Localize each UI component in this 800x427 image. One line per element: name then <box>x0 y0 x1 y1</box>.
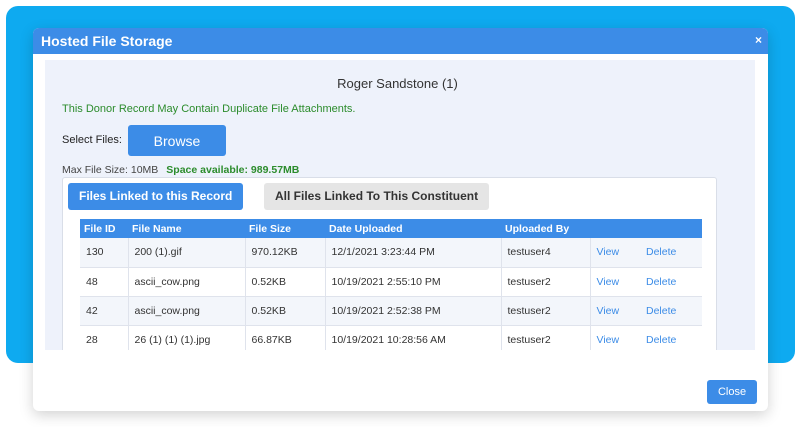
table-row: 28 26 (1) (1) (1).jpg 66.87KB 10/19/2021… <box>80 325 702 350</box>
max-file-size: Max File Size: 10MB <box>62 164 159 176</box>
delete-link[interactable]: Delete <box>640 296 702 326</box>
file-id-cell: 48 <box>80 267 129 297</box>
modal-title: Hosted File Storage <box>41 33 173 49</box>
table-row: 130 200 (1).gif 970.12KB 12/1/2021 3:23:… <box>80 238 702 268</box>
file-size-cell: 0.52KB <box>245 267 326 297</box>
uploaded-by-cell: testuser4 <box>501 238 591 268</box>
delete-link[interactable]: Delete <box>640 325 702 350</box>
tab-all-files-constituent[interactable]: All Files Linked To This Constituent <box>264 183 490 210</box>
header-date-uploaded: Date Uploaded <box>325 219 501 238</box>
space-available: Space available: 989.57MB <box>166 164 300 176</box>
date-uploaded-cell: 10/19/2021 2:55:10 PM <box>325 267 502 297</box>
header-file-name: File Name <box>128 219 245 238</box>
table-row: 42 ascii_cow.png 0.52KB 10/19/2021 2:52:… <box>80 296 702 326</box>
date-uploaded-cell: 12/1/2021 3:23:44 PM <box>325 238 502 268</box>
files-table: File ID File Name File Size Date Uploade… <box>80 219 702 350</box>
hosted-file-storage-modal: Hosted File Storage × Roger Sandstone (1… <box>33 28 768 411</box>
header-delete <box>640 219 702 238</box>
delete-link[interactable]: Delete <box>640 238 702 268</box>
uploaded-by-cell: testuser2 <box>501 267 591 297</box>
file-name-cell: 200 (1).gif <box>128 238 246 268</box>
file-id-cell: 130 <box>80 238 129 268</box>
view-link[interactable]: View <box>590 325 640 350</box>
header-file-size: File Size <box>245 219 325 238</box>
file-name-cell: ascii_cow.png <box>128 267 246 297</box>
modal-header: Hosted File Storage × <box>33 28 768 54</box>
file-size-cell: 970.12KB <box>245 238 326 268</box>
file-name-cell: 26 (1) (1) (1).jpg <box>128 325 246 350</box>
record-name: Roger Sandstone (1) <box>337 76 458 91</box>
view-link[interactable]: View <box>590 267 640 297</box>
header-file-id: File ID <box>80 219 128 238</box>
file-size-info: Max File Size: 10MB Space available: 989.… <box>62 164 299 176</box>
view-link[interactable]: View <box>590 296 640 326</box>
tab-files-linked-record[interactable]: Files Linked to this Record <box>68 183 244 210</box>
table-header-row: File ID File Name File Size Date Uploade… <box>80 219 702 238</box>
table-row: 48 ascii_cow.png 0.52KB 10/19/2021 2:55:… <box>80 267 702 297</box>
view-link[interactable]: View <box>590 238 640 268</box>
delete-link[interactable]: Delete <box>640 267 702 297</box>
close-icon[interactable]: × <box>755 33 762 47</box>
duplicate-warning: This Donor Record May Contain Duplicate … <box>62 103 356 115</box>
select-files-label: Select Files: <box>62 134 122 146</box>
browse-button[interactable]: Browse <box>128 125 226 156</box>
files-panel: Files Linked to this Record All Files Li… <box>62 177 717 350</box>
date-uploaded-cell: 10/19/2021 10:28:56 AM <box>325 325 502 350</box>
uploaded-by-cell: testuser2 <box>501 296 591 326</box>
file-size-cell: 66.87KB <box>245 325 326 350</box>
close-button[interactable]: Close <box>707 380 757 404</box>
file-id-cell: 28 <box>80 325 129 350</box>
header-uploaded-by: Uploaded By <box>501 219 590 238</box>
header-view <box>590 219 640 238</box>
file-id-cell: 42 <box>80 296 129 326</box>
date-uploaded-cell: 10/19/2021 2:52:38 PM <box>325 296 502 326</box>
file-name-cell: ascii_cow.png <box>128 296 246 326</box>
file-size-cell: 0.52KB <box>245 296 326 326</box>
uploaded-by-cell: testuser2 <box>501 325 591 350</box>
modal-body: Roger Sandstone (1) This Donor Record Ma… <box>45 60 755 350</box>
